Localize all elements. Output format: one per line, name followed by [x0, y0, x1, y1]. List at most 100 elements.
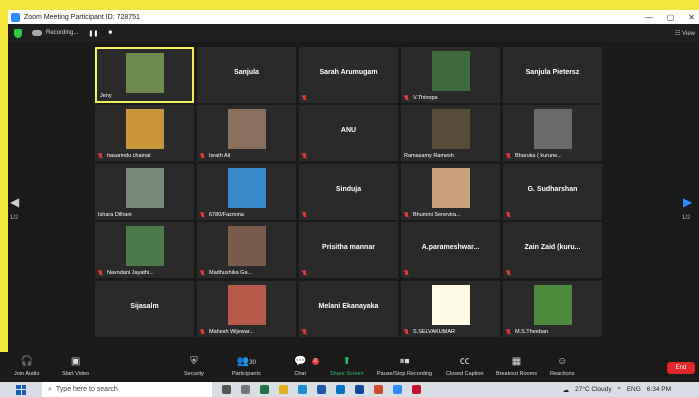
participant-grid: Jeny Sanjula Sarah Arumugam V.Thinopa Sanjul…	[95, 47, 605, 337]
participant-tile[interactable]: Bharuka ( kurune...	[503, 105, 602, 161]
muted-mic-icon	[200, 270, 206, 276]
muted-mic-icon	[506, 153, 512, 159]
reactions-label: Reactions	[550, 371, 575, 377]
participants-label: Participants	[232, 371, 261, 377]
participant-photo	[431, 109, 470, 149]
language-indicator[interactable]: ENG	[627, 386, 641, 393]
participant-tile[interactable]: Sijasalm	[95, 281, 194, 337]
participant-tile[interactable]: Israth Ali	[197, 105, 296, 161]
stop-recording-icon[interactable]: ■	[108, 30, 112, 36]
participant-tile[interactable]: 6780/Fazmina	[197, 164, 296, 220]
participant-tile[interactable]: hasarindu chamal	[95, 105, 194, 161]
participant-tile[interactable]: Sinduja	[299, 164, 398, 220]
powerpoint-icon[interactable]	[374, 385, 383, 394]
page-indicator-right: 1/2	[682, 215, 691, 221]
end-meeting-button[interactable]: End	[667, 362, 695, 374]
participant-name: 6780/Fazmina	[209, 212, 244, 218]
participant-photo	[125, 109, 164, 149]
recording-label: Recording...	[46, 30, 79, 36]
widgets-icon[interactable]	[241, 385, 250, 394]
zoom-app-icon	[11, 12, 20, 22]
participant-tile[interactable]: Sanjula Pietersz	[503, 47, 602, 103]
participant-name: Sijasalm	[130, 303, 159, 310]
next-page-icon[interactable]: ▶	[683, 195, 692, 209]
page-indicator-left: 1/2	[10, 215, 19, 221]
word-icon[interactable]	[317, 385, 326, 394]
participant-tile[interactable]: V.Thinopa	[401, 47, 500, 103]
muted-mic-icon	[404, 270, 410, 276]
participant-tile[interactable]: Navodani Jayathi...	[95, 222, 194, 278]
edge-icon[interactable]	[298, 385, 307, 394]
windows-start-icon[interactable]	[16, 384, 26, 395]
participant-tile[interactable]: A.parameshwar...	[401, 222, 500, 278]
participants-button[interactable]: 👥30 Participants	[232, 356, 261, 377]
share-screen-button[interactable]: ⬆ Share Screen	[330, 356, 364, 377]
participant-tile[interactable]: Ishara Dilhani	[95, 164, 194, 220]
participant-tile[interactable]: Jeny	[95, 47, 194, 103]
weather-icon[interactable]: ☁	[563, 386, 570, 394]
participant-tile[interactable]: Zain Zaid (kuru...	[503, 222, 602, 278]
view-button[interactable]: ☷ View	[675, 30, 695, 37]
task-view-icon[interactable]	[222, 385, 231, 394]
outlook-icon[interactable]	[336, 385, 345, 394]
encryption-shield-icon[interactable]	[14, 28, 22, 38]
participant-name: Melani Ekanayaka	[318, 303, 379, 310]
mail-icon[interactable]	[355, 385, 364, 394]
participant-tile[interactable]: S.SELVAKUMAR	[401, 281, 500, 337]
pause-recording-icon[interactable]: ❚❚	[88, 30, 98, 37]
close-icon[interactable]: ✕	[688, 13, 695, 22]
participant-tile[interactable]: Mahesh Wijewar...	[197, 281, 296, 337]
closed-caption-button[interactable]: ㏄ Closed Caption	[446, 356, 484, 377]
participant-name: hasarindu chamal	[107, 153, 151, 159]
closed-caption-label: Closed Caption	[446, 371, 484, 377]
participant-name: Ramasamy Ramesh	[404, 153, 454, 159]
recording-control-label: Pause/Stop Recording	[377, 371, 433, 377]
security-button[interactable]: ⛨ Security	[184, 356, 204, 377]
system-tray: ☁ 27°C Cloudy ^ ENG 6:34 PM	[563, 382, 671, 397]
clock[interactable]: 6:34 PM	[647, 386, 671, 393]
taskbar-search[interactable]: ⌕ Type here to search	[42, 382, 212, 397]
title-bar: Zoom Meeting Participant ID: 728751 — ▢ …	[8, 10, 699, 24]
tray-chevron-icon[interactable]: ^	[618, 386, 621, 393]
start-video-button[interactable]: ▣ Start Video	[62, 356, 89, 377]
participant-photo	[227, 226, 266, 266]
video-off-icon: ▣	[70, 356, 81, 367]
file-explorer-icon[interactable]	[279, 385, 288, 394]
participant-name: Mahesh Wijewar...	[209, 329, 254, 335]
participant-name: Bhumini Senevira...	[413, 212, 461, 218]
meeting-topbar: Recording... ❚❚ ■ ☷ View	[8, 24, 699, 42]
participant-name: Sarah Arumugam	[319, 69, 378, 76]
participant-tile[interactable]: Bhumini Senevira...	[401, 164, 500, 220]
participant-name: S.SELVAKUMAR	[413, 329, 455, 335]
pdf-icon[interactable]	[412, 385, 421, 394]
breakout-rooms-button[interactable]: ▦ Breakout Rooms	[496, 356, 537, 377]
security-shield-icon: ⛨	[190, 356, 198, 367]
participant-tile[interactable]: ANU	[299, 105, 398, 161]
participant-tile[interactable]: Sarah Arumugam	[299, 47, 398, 103]
weather-text[interactable]: 27°C Cloudy	[575, 386, 612, 393]
participant-tile[interactable]: Sanjula	[197, 47, 296, 103]
participant-tile[interactable]: Melani Ekanayaka	[299, 281, 398, 337]
participant-photo	[431, 168, 470, 208]
reactions-button[interactable]: ☺ Reactions	[550, 356, 574, 377]
muted-mic-icon	[98, 270, 104, 276]
maximize-icon[interactable]: ▢	[667, 13, 675, 22]
muted-mic-icon	[302, 95, 308, 101]
excel-icon[interactable]	[260, 385, 269, 394]
participant-tile[interactable]: Ramasamy Ramesh	[401, 105, 500, 161]
participant-name: Bharuka ( kurune...	[515, 153, 562, 159]
zoom-taskbar-icon[interactable]	[393, 385, 402, 394]
join-audio-button[interactable]: 🎧 Join Audio	[14, 356, 39, 377]
pause-stop-recording-button[interactable]: ⏸⏹ Pause/Stop Recording	[377, 356, 432, 377]
chat-label: Chat	[294, 371, 307, 377]
participant-tile[interactable]: Madhushika Ga...	[197, 222, 296, 278]
prev-page-icon[interactable]: ◀	[10, 195, 19, 209]
minimize-icon[interactable]: —	[645, 13, 653, 22]
participant-tile[interactable]: Prisitha mannar	[299, 222, 398, 278]
muted-mic-icon	[404, 95, 410, 101]
pause-stop-icon: ⏸⏹	[399, 356, 410, 367]
participant-tile[interactable]: G. Sudharshan	[503, 164, 602, 220]
chat-button[interactable]: 💬 2 Chat	[294, 356, 319, 377]
participant-tile[interactable]: M.S.Theeban	[503, 281, 602, 337]
muted-mic-icon	[404, 329, 410, 335]
